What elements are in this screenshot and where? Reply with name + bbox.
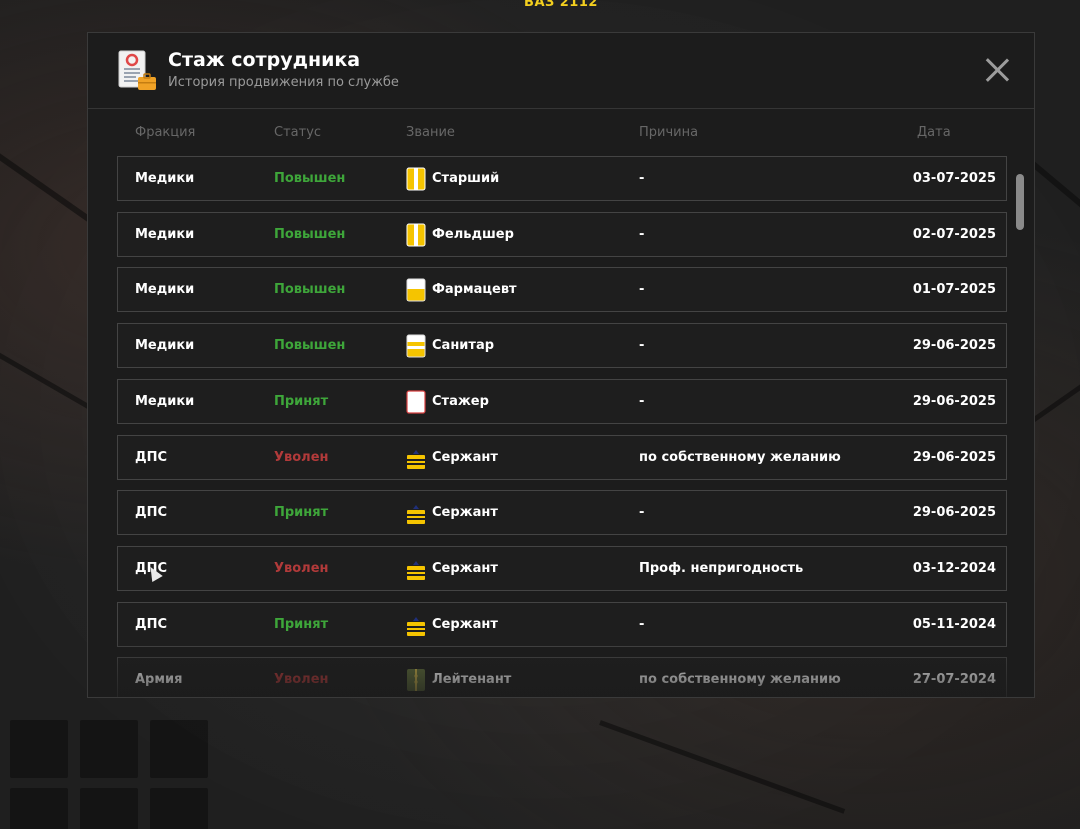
row-rank: Фельдшер bbox=[432, 226, 514, 242]
row-faction: Медики bbox=[135, 282, 195, 298]
table-row[interactable]: Армия Уволен Лейтенант по собственному жела… bbox=[117, 657, 1007, 697]
police-shoulder-strap-icon bbox=[406, 613, 426, 637]
row-reason: - bbox=[639, 393, 645, 409]
row-reason: - bbox=[639, 338, 645, 354]
row-status: Принят bbox=[274, 393, 329, 409]
row-reason: - bbox=[639, 505, 645, 521]
table-row[interactable]: Медики Повышен Фельдшер - 02-07-2025 bbox=[117, 211, 1007, 257]
close-icon[interactable] bbox=[984, 57, 1010, 83]
hud-slot bbox=[80, 720, 138, 778]
hud-slot bbox=[150, 788, 208, 829]
row-faction: ДПС bbox=[135, 449, 167, 465]
row-date: 01-07-2025 bbox=[912, 282, 996, 298]
row-status: Уволен bbox=[274, 672, 329, 688]
table-row[interactable]: Медики Повышен Санитар - 29-06-2025 bbox=[117, 323, 1007, 369]
table-row[interactable]: Медики Повышен Старший - 03-07-2025 bbox=[117, 156, 1007, 201]
row-rank: Старший bbox=[432, 171, 500, 186]
column-header-date: Дата bbox=[917, 125, 951, 140]
police-shoulder-strap-icon bbox=[406, 557, 426, 581]
row-rank: Санитар bbox=[432, 338, 495, 354]
vehicle-label: ВАЗ 2112 bbox=[524, 0, 598, 10]
table-header: Фракция Статус Звание Причина Дата bbox=[88, 125, 1034, 143]
column-header-status: Статус bbox=[274, 125, 322, 140]
hud-slot bbox=[10, 720, 68, 778]
medic-badge-yellow-icon bbox=[406, 223, 426, 247]
hud-slot bbox=[10, 788, 68, 829]
column-header-rank: Звание bbox=[406, 125, 455, 140]
row-status: Повышен bbox=[274, 282, 346, 298]
row-date: 29-06-2025 bbox=[912, 505, 996, 521]
table-row[interactable]: ДПС Уволен Сержант Проф. непригодность 03-12… bbox=[117, 545, 1007, 591]
medic-badge-white-icon bbox=[406, 390, 426, 414]
police-shoulder-strap-icon bbox=[406, 446, 426, 470]
row-rank: Стажер bbox=[432, 393, 489, 409]
row-date: 05-11-2024 bbox=[912, 616, 996, 632]
row-date: 02-07-2025 bbox=[912, 226, 996, 242]
row-reason: Проф. непригодность bbox=[639, 560, 804, 576]
medic-badge-yellow-icon bbox=[406, 167, 426, 191]
background-decoration bbox=[0, 330, 100, 415]
table-row[interactable]: ДПС Принят Сержант - 05-11-2024 bbox=[117, 601, 1007, 647]
army-shoulder-strap-icon bbox=[406, 668, 426, 692]
table-row[interactable]: Медики Принят Стажер - 29-06-2025 bbox=[117, 378, 1007, 424]
row-reason: - bbox=[639, 616, 645, 632]
row-status: Уволен bbox=[274, 449, 329, 465]
background-decoration bbox=[599, 720, 846, 814]
table-row[interactable]: ДПС Принят Сержант - 29-06-2025 bbox=[117, 490, 1007, 536]
column-header-reason: Причина bbox=[639, 125, 699, 140]
row-status: Повышен bbox=[274, 338, 346, 354]
row-date: 03-12-2024 bbox=[912, 560, 996, 576]
row-faction: Армия bbox=[135, 672, 183, 688]
row-reason: - bbox=[639, 226, 645, 242]
row-rank: Лейтенант bbox=[432, 672, 512, 688]
row-date: 29-06-2025 bbox=[912, 338, 996, 354]
row-status: Принят bbox=[274, 616, 329, 632]
row-rank: Фармацевт bbox=[432, 282, 517, 298]
row-reason: по собственному желанию bbox=[639, 449, 841, 465]
medic-badge-half-icon bbox=[406, 278, 426, 302]
row-faction: Медики bbox=[135, 338, 195, 354]
row-rank: Сержант bbox=[432, 560, 498, 576]
document-briefcase-icon bbox=[118, 50, 156, 90]
employee-seniority-modal: Стаж сотрудника История продвижения по с… bbox=[87, 32, 1035, 698]
row-date: 27-07-2024 bbox=[912, 672, 996, 688]
row-date: 29-06-2025 bbox=[912, 393, 996, 409]
row-reason: по собственному желанию bbox=[639, 672, 841, 688]
row-faction: Медики bbox=[135, 393, 195, 409]
row-faction: ДПС bbox=[135, 616, 167, 632]
hud-slot bbox=[80, 788, 138, 829]
table-row[interactable]: Медики Повышен Фармацевт - 01-07-2025 bbox=[117, 267, 1007, 313]
column-header-faction: Фракция bbox=[135, 125, 196, 140]
table-row[interactable]: ДПС Уволен Сержант по собственному желанию 2… bbox=[117, 434, 1007, 480]
row-rank: Сержант bbox=[432, 616, 498, 632]
hud-slot bbox=[150, 720, 208, 778]
row-faction: Медики bbox=[135, 226, 195, 242]
row-date: 03-07-2025 bbox=[912, 171, 996, 186]
background-decoration bbox=[1028, 351, 1080, 425]
row-faction: ДПС bbox=[135, 505, 167, 521]
row-status: Повышен bbox=[274, 171, 346, 186]
row-rank: Сержант bbox=[432, 449, 498, 465]
modal-header: Стаж сотрудника История продвижения по с… bbox=[88, 33, 1034, 109]
modal-title: Стаж сотрудника bbox=[168, 49, 361, 71]
police-shoulder-strap-icon bbox=[406, 501, 426, 525]
row-faction: Медики bbox=[135, 171, 195, 186]
scrollbar-thumb[interactable] bbox=[1016, 174, 1024, 230]
row-date: 29-06-2025 bbox=[912, 449, 996, 465]
row-reason: - bbox=[639, 171, 645, 186]
row-status: Принят bbox=[274, 505, 329, 521]
row-reason: - bbox=[639, 282, 645, 298]
medic-badge-stripes-icon bbox=[406, 334, 426, 358]
modal-subtitle: История продвижения по службе bbox=[168, 75, 399, 90]
row-status: Повышен bbox=[274, 226, 346, 242]
row-status: Уволен bbox=[274, 560, 329, 576]
row-rank: Сержант bbox=[432, 505, 498, 521]
